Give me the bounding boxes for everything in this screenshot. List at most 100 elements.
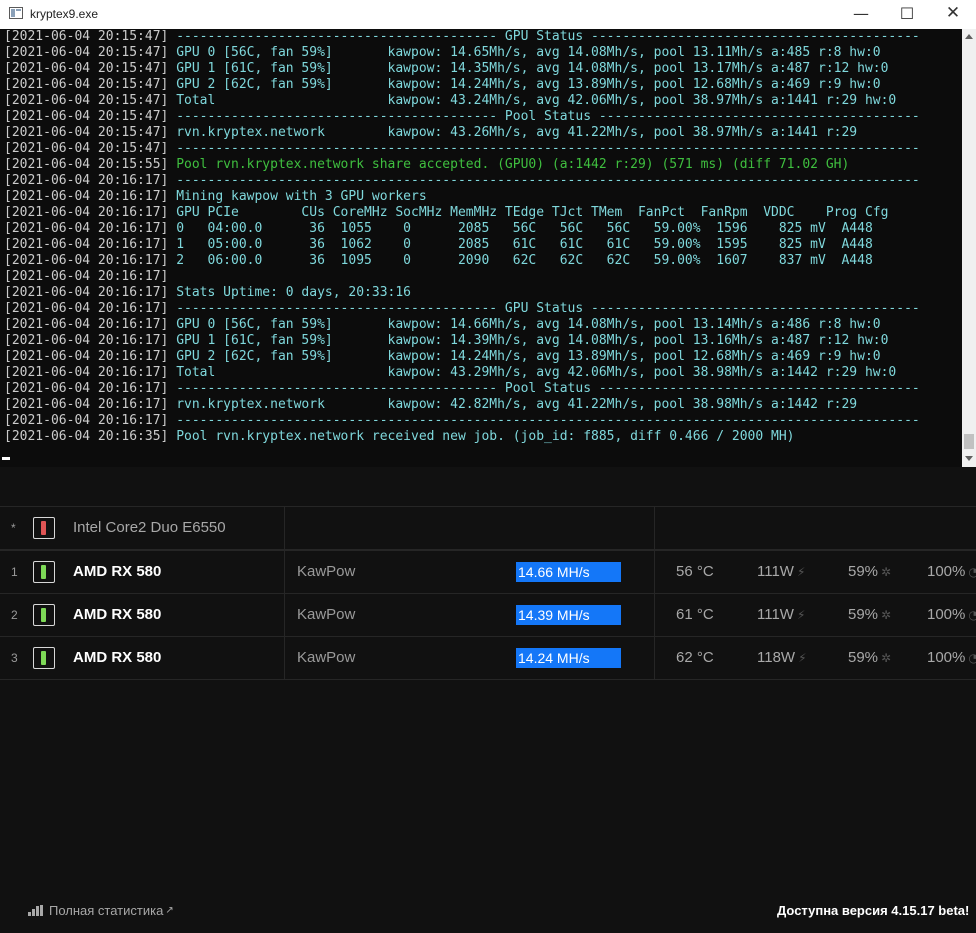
load-cell: 100% ◔ [927,551,976,593]
device-index: * [11,521,16,535]
log-message: ----------------------------------------… [168,141,920,156]
log-message: Pool rvn.kryptex.network share accepted.… [168,157,850,172]
temperature-value: 61 °C [676,606,714,623]
log-timestamp: [2021-06-04 20:16:17] [4,269,169,284]
log-timestamp: [2021-06-04 20:16:17] [4,301,169,316]
algorithm-label: KawPow [297,606,356,623]
log-message: ----------------------------------------… [168,381,920,396]
console-line: [2021-06-04 20:16:17] GPU 1 [61C, fan 59… [4,333,962,349]
console-scrollbar[interactable] [962,29,976,467]
log-timestamp: [2021-06-04 20:16:17] [4,253,169,268]
log-timestamp: [2021-06-04 20:16:17] [4,173,169,188]
log-timestamp: [2021-06-04 20:15:47] [4,45,169,60]
power-value: 111W [757,606,794,623]
log-message: ----------------------------------------… [168,301,920,316]
device-table: * Intel Core2 Duo E6550 1 AMD RX 580 KawPo… [0,506,976,680]
hashrate-value: 14.66 MH/s [518,564,590,580]
gpu-status-icon [33,647,55,669]
log-timestamp: [2021-06-04 20:16:17] [4,221,169,236]
maximize-button[interactable]: ☐ [884,0,930,29]
bolt-icon: ⚡ [796,608,806,623]
gpu-status-icon [33,604,55,626]
scrollbar-thumb[interactable] [964,434,974,449]
log-timestamp: [2021-06-04 20:15:55] [4,157,169,172]
log-message: Stats Uptime: 0 days, 20:33:16 [168,285,412,300]
log-message: 1 05:00.0 36 1062 0 2085 61C 61C 61C 59.… [168,237,873,252]
log-message: GPU 0 [56C, fan 59%] kawpow: 14.65Mh/s, … [168,45,881,60]
device-row-gpu[interactable]: 2 AMD RX 580 KawPow 14.39 MH/s 61 °C 111W ⚡ 59%… [0,594,976,637]
fan-icon: ✲ [881,565,892,580]
text-cursor [2,457,10,460]
fan-value: 59% [848,649,879,666]
bar-chart-icon [28,905,44,916]
full-stats-link[interactable]: Полная статистика ↗ [28,903,174,919]
log-message: GPU 1 [61C, fan 59%] kawpow: 14.39Mh/s, … [168,333,889,348]
console-line: [2021-06-04 20:16:17] ------------------… [4,413,962,429]
console-output[interactable]: [2021-06-04 20:15:47] ------------------… [0,29,962,467]
gpu-status-icon [33,561,55,583]
log-message: Mining kawpow with 3 GPU workers [168,189,427,204]
log-message: GPU 0 [56C, fan 59%] kawpow: 14.66Mh/s, … [168,317,881,332]
cpu-status-icon [33,517,55,539]
fan-value: 59% [848,606,879,623]
log-timestamp: [2021-06-04 20:15:47] [4,93,169,108]
power-cell: 111W ⚡ [757,551,805,593]
column-divider [654,594,655,636]
column-divider [284,507,285,549]
device-name: AMD RX 580 [73,606,162,623]
device-row-gpu[interactable]: 1 AMD RX 580 KawPow 14.66 MH/s 56 °C 111W ⚡ 59%… [0,550,976,594]
log-message: GPU 2 [62C, fan 59%] kawpow: 14.24Mh/s, … [168,77,881,92]
log-timestamp: [2021-06-04 20:16:17] [4,413,169,428]
hashrate-bar: 14.66 MH/s [516,562,621,582]
console-line: [2021-06-04 20:16:17] ------------------… [4,301,962,317]
load-cell: 100% ◔ [927,637,976,679]
bolt-icon: ⚡ [798,651,807,666]
minimize-button[interactable]: — [838,0,884,29]
load-value: 100% [927,606,966,623]
log-message: ----------------------------------------… [168,173,920,188]
log-timestamp: [2021-06-04 20:16:17] [4,381,169,396]
column-divider [654,551,655,593]
close-button[interactable]: ✕ [930,0,976,29]
fan-icon: ✲ [881,651,892,666]
log-message: Total kawpow: 43.29Mh/s, avg 42.06Mh/s, … [168,365,897,380]
console-line: [2021-06-04 20:15:47] ------------------… [4,109,962,125]
power-value: 118W [757,649,796,666]
console-line: [2021-06-04 20:15:47] Total kawpow: 43.2… [4,93,962,109]
log-message: rvn.kryptex.network kawpow: 42.82Mh/s, a… [168,397,858,412]
gauge-icon: ◔ [968,651,976,666]
device-name: AMD RX 580 [73,649,162,666]
column-divider [654,637,655,679]
scroll-up-arrow-icon[interactable] [962,32,976,42]
column-divider [284,637,285,679]
gauge-icon: ◔ [968,565,976,580]
log-timestamp: [2021-06-04 20:15:47] [4,29,169,44]
algorithm-label: KawPow [297,649,356,666]
console-line: [2021-06-04 20:16:17] 1 05:00.0 36 1062 … [4,237,962,253]
log-timestamp: [2021-06-04 20:16:17] [4,205,169,220]
log-timestamp: [2021-06-04 20:16:17] [4,365,169,380]
log-timestamp: [2021-06-04 20:15:47] [4,125,169,140]
log-timestamp: [2021-06-04 20:15:47] [4,61,169,76]
console-line: [2021-06-04 20:15:47] ------------------… [4,29,962,45]
hashrate-value: 14.24 MH/s [518,650,590,666]
console-line: [2021-06-04 20:15:47] GPU 1 [61C, fan 59… [4,61,962,77]
console-line: [2021-06-04 20:15:47] GPU 2 [62C, fan 59… [4,77,962,93]
fan-icon: ✲ [881,608,892,623]
log-timestamp: [2021-06-04 20:16:17] [4,317,169,332]
device-row-gpu[interactable]: 3 AMD RX 580 KawPow 14.24 MH/s 62 °C 118W ⚡ 59%… [0,637,976,680]
console-line: [2021-06-04 20:16:17] GPU 0 [56C, fan 59… [4,317,962,333]
device-index: 1 [11,565,18,579]
log-message: GPU 1 [61C, fan 59%] kawpow: 14.35Mh/s, … [168,61,889,76]
fan-cell: 59% ✲ [848,551,891,593]
scroll-down-arrow-icon[interactable] [962,454,976,464]
load-cell: 100% ◔ [927,594,976,636]
hashrate-value: 14.39 MH/s [518,607,590,623]
console-line: [2021-06-04 20:16:17] 2 06:00.0 36 1095 … [4,253,962,269]
log-timestamp: [2021-06-04 20:16:17] [4,237,169,252]
device-row-cpu[interactable]: * Intel Core2 Duo E6550 [0,506,976,550]
log-timestamp: [2021-06-04 20:16:17] [4,349,169,364]
console-line: [2021-06-04 20:16:17] Stats Uptime: 0 da… [4,285,962,301]
update-notice[interactable]: Доступна версия 4.15.17 beta! [777,903,969,919]
log-message: Total kawpow: 43.24Mh/s, avg 42.06Mh/s, … [168,93,897,108]
